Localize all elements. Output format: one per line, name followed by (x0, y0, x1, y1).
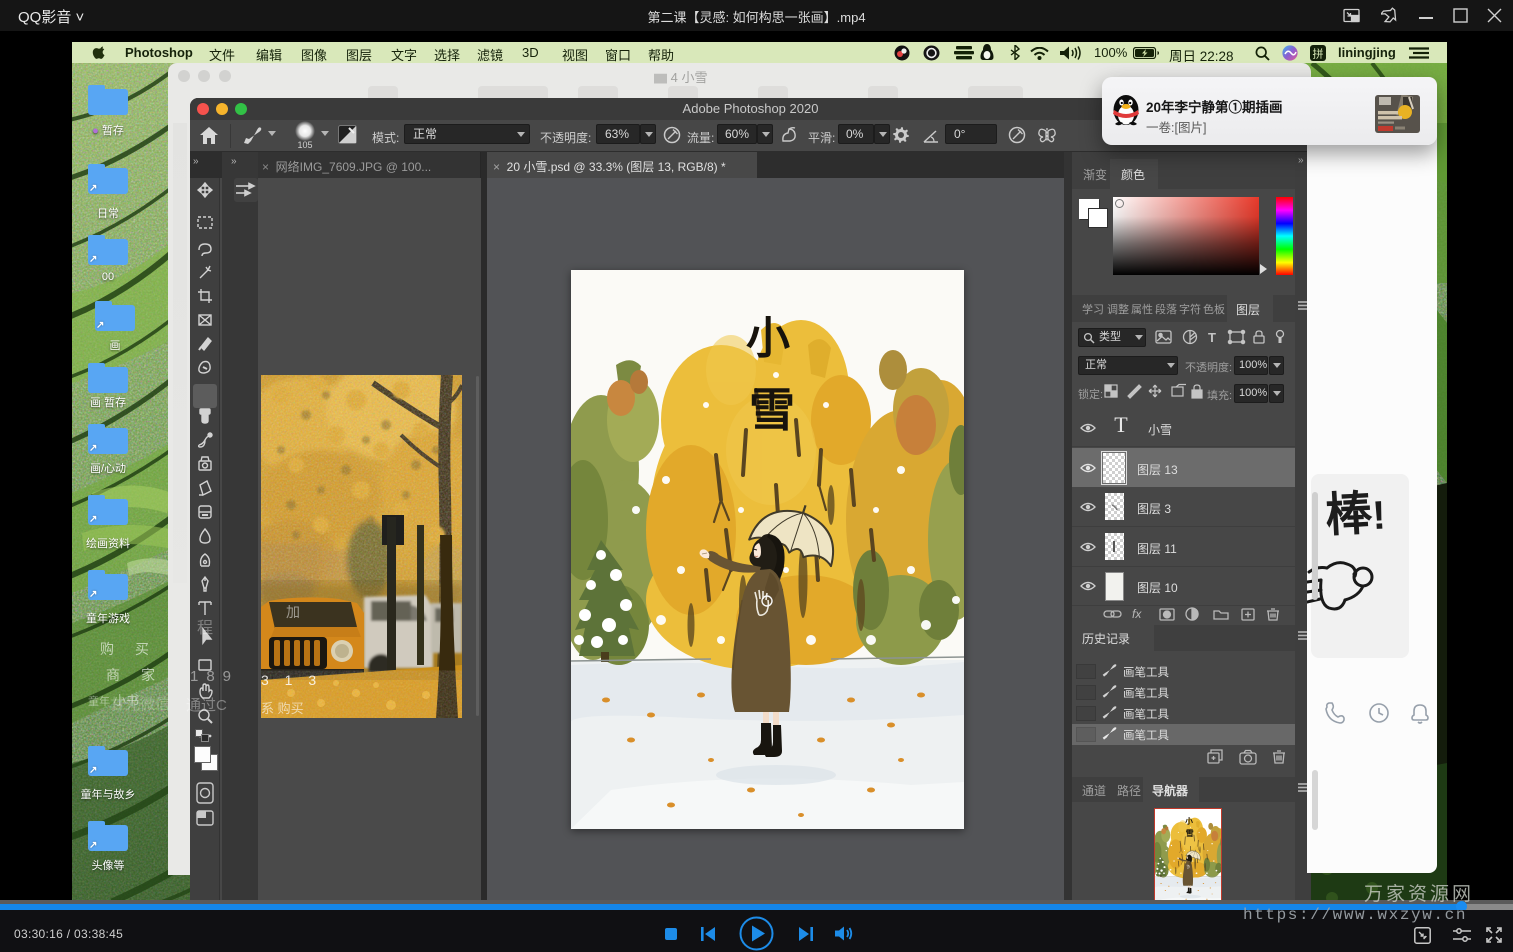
svg-text:小: 小 (746, 314, 790, 363)
svg-text:拼: 拼 (1313, 46, 1324, 60)
svg-text:系 购买: 系 购买 (261, 701, 304, 716)
svg-text:3 1 3: 3 1 3 (261, 672, 322, 688)
svg-text:雪: 雪 (749, 384, 795, 436)
svg-text:加: 加 (286, 604, 300, 620)
svg-text:fx: fx (1132, 607, 1142, 621)
svg-text:T: T (1208, 330, 1216, 345)
